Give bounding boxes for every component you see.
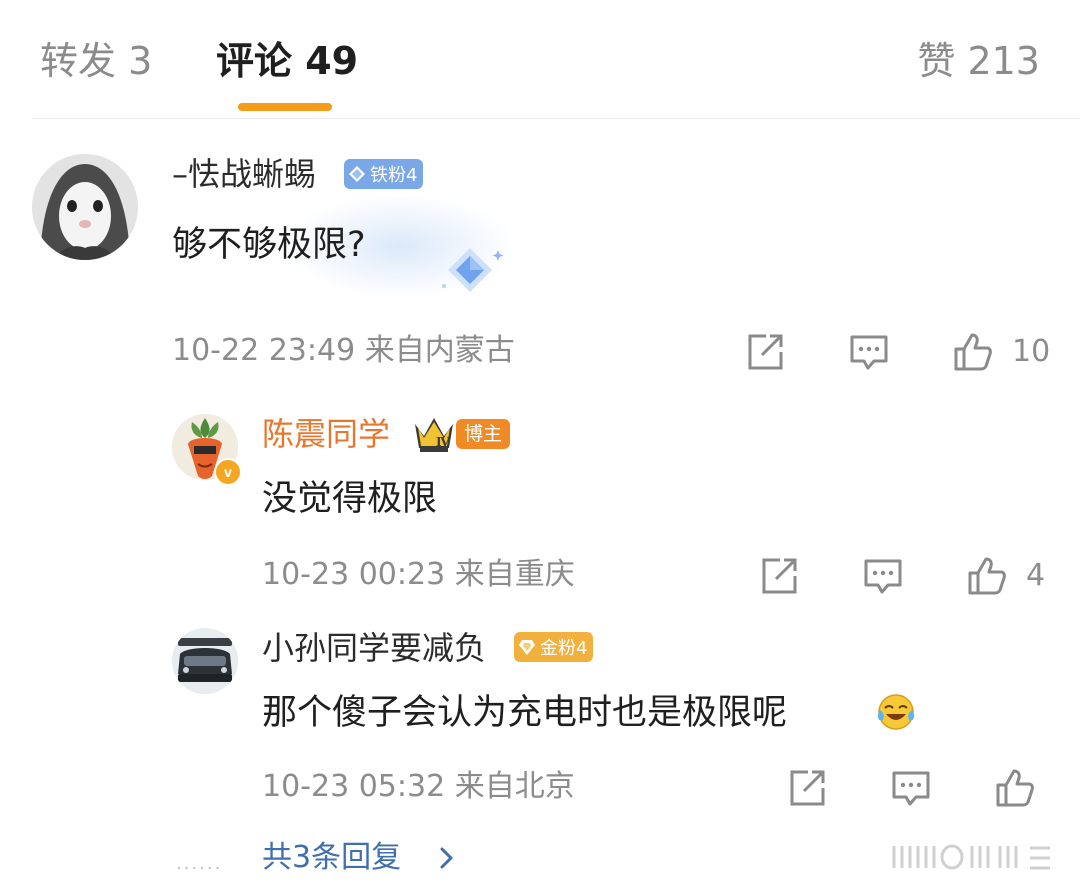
like-count: 10: [1012, 334, 1051, 369]
chevron-right-icon[interactable]: [436, 844, 458, 872]
tab-comment[interactable]: 评论 49: [216, 36, 358, 86]
comment-time: 10-22 23:49: [172, 333, 356, 368]
active-tab-indicator: [238, 103, 332, 111]
comment-icon[interactable]: [862, 555, 904, 597]
username[interactable]: 小孙同学要减负: [262, 628, 486, 668]
view-more-replies-link[interactable]: 共3条回复: [262, 838, 401, 878]
tab-divider: [32, 118, 1080, 119]
laugh-cry-emoji: [877, 694, 915, 730]
comment-icon[interactable]: [890, 767, 932, 809]
comment-location: 来自内蒙古: [364, 333, 515, 368]
username[interactable]: 陈震同学: [262, 414, 390, 454]
share-icon[interactable]: [744, 331, 786, 373]
share-icon[interactable]: [758, 555, 800, 597]
fan-badge: 金粉4: [514, 632, 594, 662]
fan-badge-label: 金粉4: [540, 638, 588, 659]
comment-time: 10-23 00:23: [262, 557, 446, 592]
comment-meta: 10-22 23:49 来自内蒙古: [172, 332, 515, 370]
share-icon[interactable]: [786, 767, 828, 809]
thumbs-up-icon[interactable]: [952, 331, 994, 373]
fan-badge: 铁粉4: [344, 159, 424, 189]
level-label: Ⅳ: [436, 435, 450, 449]
comment-text: 没觉得极限: [262, 479, 438, 519]
crown-icon: Ⅳ: [415, 418, 453, 452]
thumbs-up-icon[interactable]: [994, 767, 1036, 809]
reply-thread-dots: ······: [176, 858, 223, 879]
watermark-logo: [892, 844, 1050, 870]
comment-text: 够不够极限?: [172, 225, 366, 265]
blogger-badge: 博主: [456, 419, 511, 449]
comment-time: 10-23 05:32: [262, 769, 446, 804]
fan-badge-label: 铁粉4: [370, 165, 418, 186]
comment-location: 来自北京: [454, 769, 575, 804]
comment-location: 来自重庆: [454, 557, 575, 592]
gem-icon: [519, 640, 535, 655]
comment-icon[interactable]: [848, 331, 890, 373]
tab-repost[interactable]: 转发 3: [40, 36, 152, 86]
comment-meta: 10-23 00:23 来自重庆: [262, 556, 575, 594]
comment-meta: 10-23 05:32 来自北京: [262, 768, 575, 806]
diamond-icon: [349, 166, 365, 182]
like-count: 4: [1026, 558, 1046, 593]
avatar[interactable]: [32, 154, 138, 260]
tab-like[interactable]: 赞 213: [917, 36, 1040, 86]
thumbs-up-icon[interactable]: [966, 555, 1008, 597]
username[interactable]: –怯战蜥蜴: [172, 154, 316, 194]
verified-badge: v: [214, 458, 242, 486]
avatar[interactable]: [172, 628, 238, 694]
diamond-icon: [442, 248, 504, 292]
comment-text: 那个傻子会认为充电时也是极限呢: [262, 693, 788, 733]
